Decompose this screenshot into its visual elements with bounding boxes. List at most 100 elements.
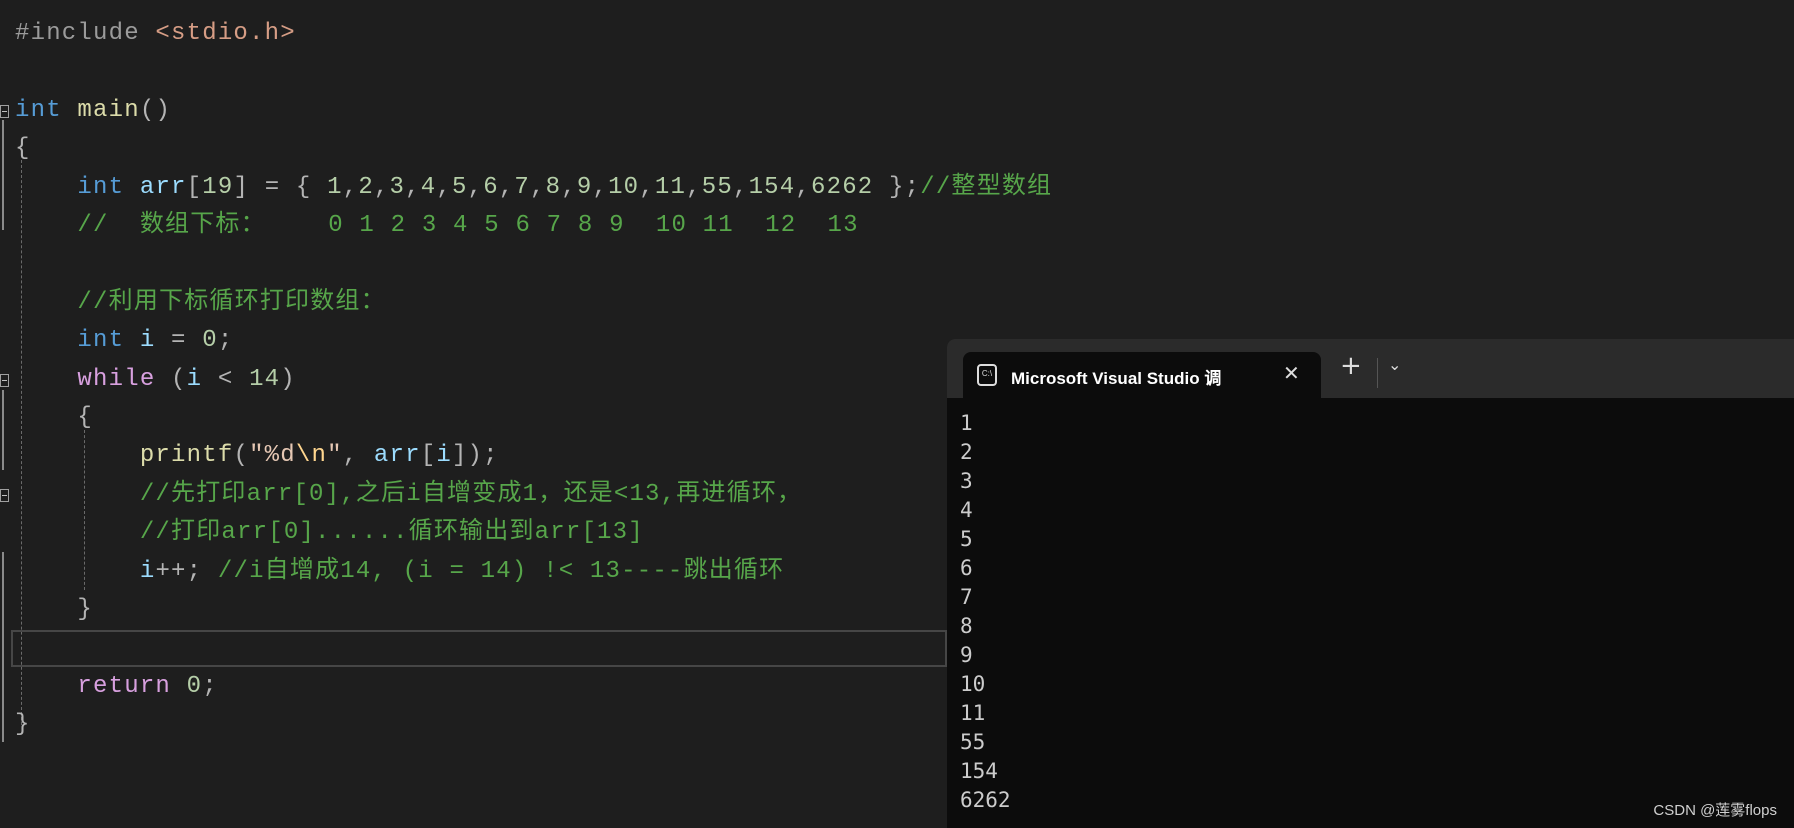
code-token: i [186,365,203,393]
output-line: 10 [960,672,986,696]
close-icon[interactable]: ✕ [1283,361,1300,386]
code-token: , [530,173,546,201]
code-line: //先打印arr[0],之后i自增变成1，还是<13,再进循环， [15,476,802,514]
code-token: 8 [545,173,562,201]
output-line: 6 [960,556,973,580]
fold-toggle-icon[interactable] [0,374,9,387]
code-token: i [436,442,452,470]
code-line: //打印arr[0]......循环输出到arr[13] [15,514,644,552]
tab-title: Microsoft Visual Studio 调试控制台 [1011,369,1221,388]
output-line: 8 [960,614,973,638]
terminal-output: 1 2 3 4 5 6 7 8 9 10 11 55 154 6262 [960,409,1011,815]
code-token: // 数组下标： 0 1 2 3 4 5 6 7 8 9 10 11 12 13 [15,212,859,239]
fold-toggle-icon[interactable] [0,489,9,502]
code-token: } [15,596,94,623]
terminal-window[interactable]: C:\ Microsoft Visual Studio 调试控制台 ✕ + ⌄ … [947,339,1794,828]
output-line: 1 [960,411,973,435]
code-token: 19 [202,173,234,201]
output-line: 5 [960,527,973,551]
code-token: < [202,365,250,393]
code-token: , [592,173,609,201]
chevron-down-icon[interactable]: ⌄ [1388,355,1401,374]
output-line: 154 [960,759,998,783]
code-line: { [15,399,93,437]
code-token: <stdio.h> [155,20,296,47]
code-token: = [155,327,203,355]
output-line: 11 [960,701,986,725]
code-token: 0 [186,672,203,700]
code-line: return 0; [15,668,218,706]
code-token: while [77,365,156,393]
code-token: , [342,442,374,470]
code-token: int [77,173,125,201]
code-token: { [15,135,31,163]
terminal-tab-bar: C:\ Microsoft Visual Studio 调试控制台 ✕ + ⌄ [947,339,1794,398]
change-margin [2,120,4,230]
code-token: , [686,173,702,201]
change-margin [2,390,4,470]
code-line: int main() [15,92,171,130]
output-line: 4 [960,498,973,522]
code-token: printf [139,442,234,470]
code-token: main [77,96,140,124]
output-line: 2 [960,440,973,464]
code-token: , [639,173,655,201]
code-line: // 数组下标： 0 1 2 3 4 5 6 7 8 9 10 11 12 13 [15,207,859,245]
code-token: 3 [389,173,406,201]
code-token: //整型数组 [920,173,1053,201]
code-token: 154 [748,173,796,201]
code-token: () [139,96,172,124]
code-token: int [77,327,125,355]
code-token: //打印arr[0]......循环输出到arr[13] [15,519,644,547]
code-token: , [436,173,452,201]
code-token: [ [186,173,203,201]
code-line: } [15,706,31,744]
terminal-tab[interactable]: C:\ Microsoft Visual Studio 调试控制台 ✕ [963,352,1321,398]
code-token: }; [873,173,921,201]
code-token: int [15,96,62,124]
code-token: ( [155,365,187,393]
code-token: 14 [249,365,281,393]
code-token: 9 [576,173,593,201]
code-token: \n [295,442,328,470]
output-line: 9 [960,643,973,667]
code-token: ++; [155,557,218,585]
code-token: 2 [358,173,374,201]
new-tab-button[interactable]: + [1340,351,1362,381]
code-token: , [732,173,749,201]
code-token: 6262 [810,173,874,201]
code-line: int i = 0; [15,322,233,360]
code-line: //利用下标循环打印数组： [15,284,386,322]
output-line: 3 [960,469,973,493]
code-token: "%d [249,442,296,470]
code-token: ] = { [233,173,328,201]
code-token: return [77,672,172,700]
code-token: 5 [451,173,468,201]
code-token: 55 [701,173,733,201]
code-token: } [15,711,31,739]
code-token: arr [373,442,421,470]
output-line: 55 [960,730,986,754]
output-line: 7 [960,585,973,609]
code-token: ]); [451,442,499,470]
code-token: //利用下标循环打印数组： [15,288,386,316]
fold-toggle-icon[interactable] [0,105,9,118]
code-token: 6 [483,173,499,201]
code-line: printf("%d\n", arr[i]); [15,437,499,475]
change-margin [2,552,4,742]
code-token: i [139,327,156,355]
code-line: } [15,591,93,629]
code-token: 4 [420,173,437,201]
code-token: 1 [327,173,343,201]
code-line: #include <stdio.h> [15,15,296,53]
terminal-icon: C:\ [977,364,997,386]
